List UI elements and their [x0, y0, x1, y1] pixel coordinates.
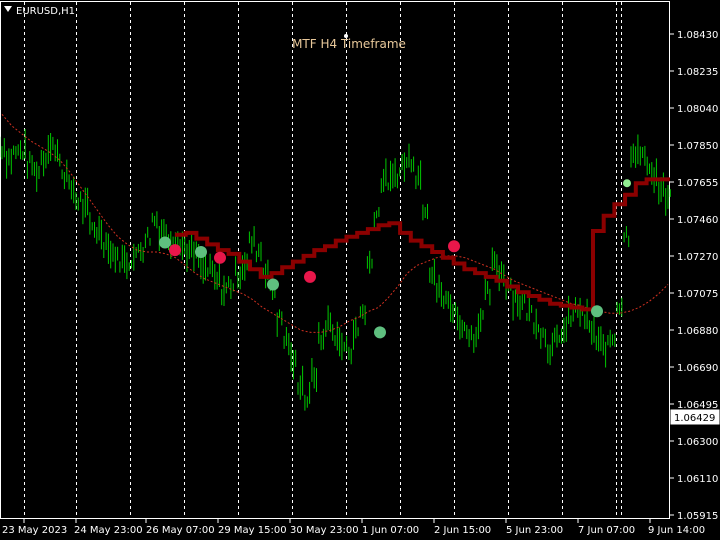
y-tick-label: 1.07460	[677, 215, 718, 226]
y-tick-label: 1.06110	[677, 474, 718, 485]
symbol-label: EURUSD,H1	[16, 6, 75, 17]
buy-signal-dot	[374, 326, 386, 339]
x-tick-label: 29 May 15:00	[218, 525, 287, 536]
y-tick-label: 1.07655	[677, 178, 718, 189]
buy-signal-dot	[195, 246, 207, 258]
sell-signal-dot	[214, 251, 226, 264]
sell-signal-dot	[169, 244, 181, 257]
x-tick-label: 26 May 07:00	[146, 525, 215, 536]
x-tick-label: 2 Jun 15:00	[434, 525, 491, 536]
x-tick-label: 7 Jun 07:00	[578, 525, 635, 536]
current-price-value: 1.06429	[674, 413, 715, 424]
buy-signal-dot	[623, 179, 631, 188]
y-tick-label: 1.07850	[677, 141, 718, 152]
current-price-badge: 1.06429	[670, 409, 720, 425]
x-tick-label: 24 May 23:00	[74, 525, 143, 536]
y-tick-label: 1.06300	[677, 437, 718, 448]
sell-signal-dot	[448, 240, 460, 253]
y-tick-label: 1.08430	[677, 30, 718, 41]
indicator-label: MTF H4 Timeframe	[292, 37, 406, 51]
indicator-anchor-point	[344, 34, 348, 38]
y-tick-label: 1.06880	[677, 326, 718, 337]
y-tick-label: 1.08040	[677, 104, 718, 115]
y-tick-label: 1.08235	[677, 67, 718, 78]
chart-background	[0, 0, 720, 540]
buy-signal-dot	[159, 236, 171, 249]
x-tick-label: 30 May 23:00	[290, 525, 359, 536]
buy-signal-dot	[591, 305, 603, 318]
y-tick-label: 1.05915	[677, 511, 718, 522]
y-tick-label: 1.07075	[677, 289, 718, 300]
buy-signal-dot	[267, 278, 279, 291]
x-tick-label: 5 Jun 23:00	[506, 525, 563, 536]
x-tick-label: 1 Jun 07:00	[362, 525, 419, 536]
y-tick-label: 1.06690	[677, 363, 718, 374]
sell-signal-dot	[304, 270, 316, 283]
price-chart[interactable]: EURUSD,H1 MTF H4 Timeframe 1.08430 1.082…	[0, 0, 720, 540]
y-tick-label: 1.07270	[677, 252, 718, 263]
y-tick-label: 1.06495	[677, 400, 718, 411]
x-tick-label: 9 Jun 14:00	[648, 525, 705, 536]
x-tick-label: 23 May 2023	[2, 525, 67, 536]
